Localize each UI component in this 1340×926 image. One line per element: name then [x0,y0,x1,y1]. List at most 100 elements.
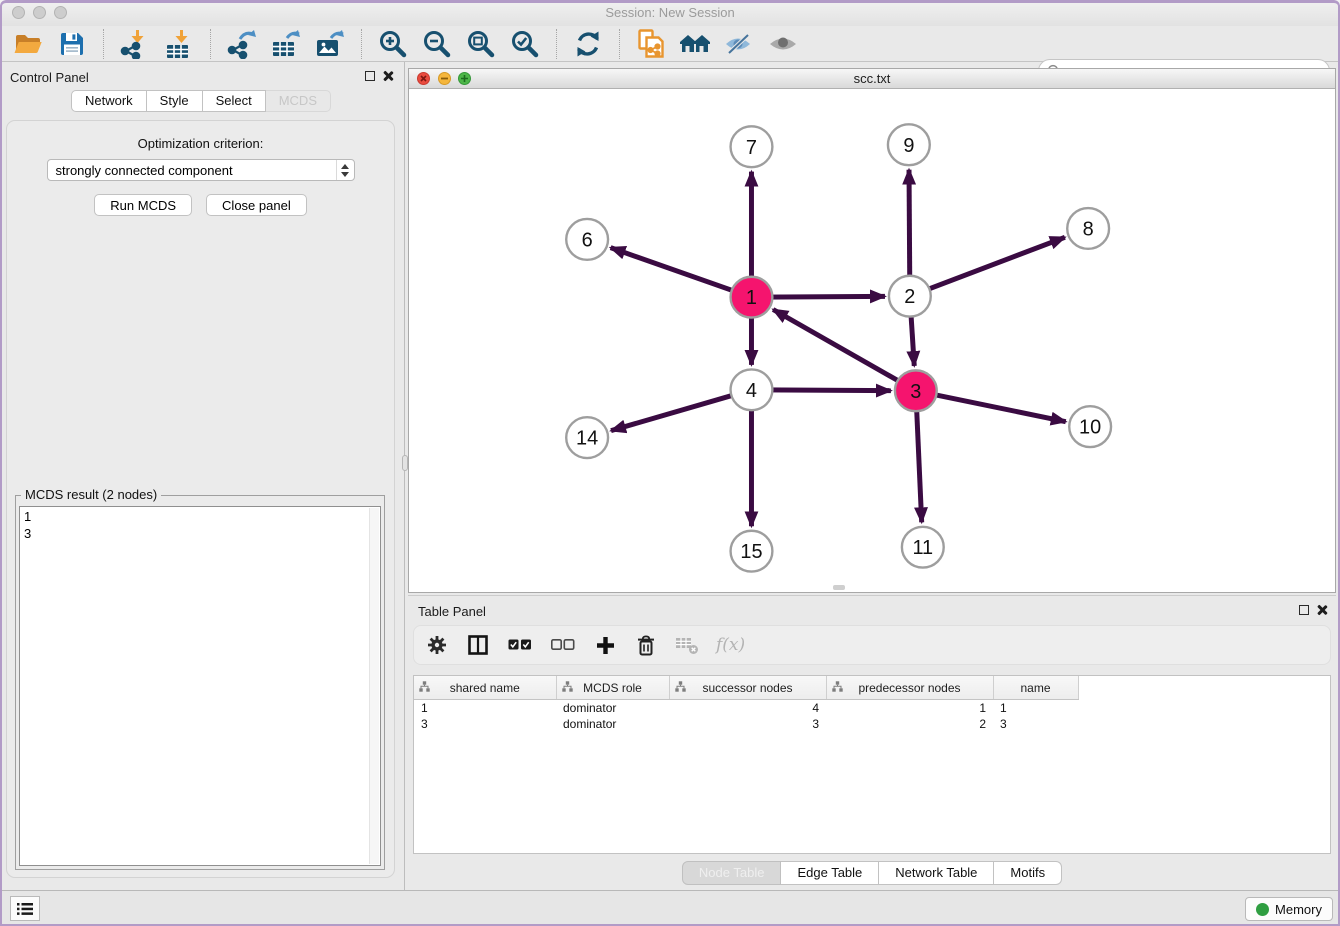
network-window-title: scc.txt [409,69,1335,88]
export-image-icon[interactable] [313,28,347,60]
show-column-panel-icon[interactable] [466,633,490,657]
network-graph[interactable]: 7968124314101511 [409,88,1335,592]
control-panel: Control Panel NetworkStyleSelectMCDS Opt… [0,62,402,891]
table-settings-icon[interactable] [425,633,449,657]
task-history-button[interactable] [10,896,40,921]
graph-node-label: 4 [746,380,757,402]
float-table-panel-icon[interactable] [1299,605,1309,615]
table-row[interactable]: 3dominator323 [414,716,1078,732]
session-title: Session: New Session [0,0,1340,26]
memory-label: Memory [1275,902,1322,917]
add-column-icon[interactable] [593,633,617,657]
float-panel-icon[interactable] [365,71,375,81]
toolbar-separator [556,29,557,59]
table-tab-node-table[interactable]: Node Table [682,861,782,885]
window-zoom-button[interactable] [54,6,67,19]
column-header-successor-nodes[interactable]: successor nodes [669,676,826,700]
memory-status-icon [1256,903,1269,916]
toolbar-separator [103,29,104,59]
export-table-icon[interactable] [269,28,303,60]
delete-table-icon[interactable] [675,633,699,657]
toolbar-separator [361,29,362,59]
graph-node-label: 6 [582,229,593,251]
graph-node-label: 1 [746,287,757,309]
table-cell[interactable]: dominator [556,716,669,732]
tab-network[interactable]: Network [71,90,147,112]
table-toolbar: f(x) [413,625,1331,665]
function-builder-icon[interactable]: f(x) [716,635,745,655]
hide-details-icon[interactable] [722,28,756,60]
application-window: Session: New Session Control Panel [0,0,1340,926]
table-tab-edge-table[interactable]: Edge Table [781,861,879,885]
main-titlebar: Session: New Session [0,0,1340,27]
zoom-fit-icon[interactable] [464,28,498,60]
graph-edge-2-8[interactable] [910,237,1065,296]
mcds-result-list[interactable]: 13 [19,506,381,866]
column-header-name[interactable]: name [993,676,1078,700]
graph-node-label: 11 [912,537,933,559]
table-cell[interactable]: 2 [826,716,993,732]
table-row[interactable]: 1dominator411 [414,700,1078,717]
node-table-grid[interactable]: shared nameMCDS rolesuccessor nodesprede… [414,676,1079,732]
import-network-icon[interactable] [118,28,152,60]
refresh-icon[interactable] [571,28,605,60]
mcds-result-group: MCDS result (2 nodes) 13 [15,495,385,870]
clone-network-icon[interactable] [634,28,668,60]
network-zoom-button[interactable] [458,72,471,85]
mcds-result-item: 1 [24,508,376,525]
table-cell[interactable]: 1 [826,700,993,717]
graph-node-label: 9 [903,135,914,157]
table-cell[interactable]: 1 [993,700,1078,717]
optimization-label: Optimization criterion: [7,136,394,151]
column-header-shared-name[interactable]: shared name [414,676,556,700]
zoom-out-icon[interactable] [420,28,454,60]
network-minimize-button[interactable] [438,72,451,85]
graph-node-label: 15 [740,541,762,563]
mcds-panel: Optimization criterion: strongly connect… [6,120,395,878]
graph-node-label: 7 [746,137,757,159]
network-window-titlebar[interactable]: scc.txt [409,69,1335,89]
control-panel-tabs: NetworkStyleSelectMCDS [0,90,402,112]
column-header-predecessor-nodes[interactable]: predecessor nodes [826,676,993,700]
run-mcds-button[interactable]: Run MCDS [94,194,192,216]
close-table-panel-icon[interactable] [1316,604,1328,616]
node-table[interactable]: shared nameMCDS rolesuccessor nodesprede… [413,675,1331,854]
table-tab-network-table[interactable]: Network Table [879,861,994,885]
select-all-columns-icon[interactable] [507,633,533,657]
table-cell[interactable]: 3 [669,716,826,732]
zoom-selected-icon[interactable] [508,28,542,60]
network-close-button[interactable] [417,72,430,85]
import-table-icon[interactable] [162,28,196,60]
table-cell[interactable]: 1 [414,700,556,717]
open-session-icon[interactable] [11,28,45,60]
window-close-button[interactable] [12,6,25,19]
tab-select[interactable]: Select [203,90,266,112]
network-home-icon[interactable] [678,28,712,60]
criterion-select[interactable]: strongly connected component [47,159,355,181]
column-header-mcds-role[interactable]: MCDS role [556,676,669,700]
graph-edge-1-6[interactable] [611,248,752,298]
close-panel-icon[interactable] [382,70,394,82]
table-cell[interactable]: 3 [993,716,1078,732]
graph-edge-3-10[interactable] [916,391,1066,422]
graph-edge-3-1[interactable] [773,309,916,390]
delete-column-icon[interactable] [634,633,658,657]
tab-mcds[interactable]: MCDS [266,90,331,112]
tab-style[interactable]: Style [147,90,203,112]
table-tab-motifs[interactable]: Motifs [994,861,1062,885]
save-session-icon[interactable] [55,28,89,60]
memory-button[interactable]: Memory [1245,897,1333,921]
close-panel-button[interactable]: Close panel [206,194,307,216]
network-canvas[interactable]: 7968124314101511 [409,88,1335,592]
main-toolbar [0,26,1340,62]
zoom-in-icon[interactable] [376,28,410,60]
graph-hscrollbar-thumb[interactable] [833,585,845,590]
show-details-icon[interactable] [766,28,800,60]
result-scrollbar[interactable] [369,508,379,864]
unselect-all-columns-icon[interactable] [550,633,576,657]
export-network-icon[interactable] [225,28,259,60]
window-minimize-button[interactable] [33,6,46,19]
table-cell[interactable]: 4 [669,700,826,717]
table-cell[interactable]: 3 [414,716,556,732]
table-cell[interactable]: dominator [556,700,669,717]
